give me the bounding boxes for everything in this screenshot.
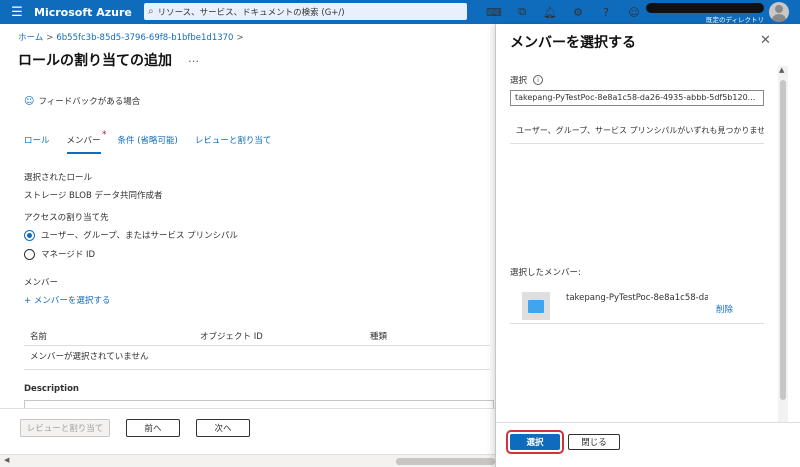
horizontal-scrollbar[interactable]: ◀ [0, 454, 495, 467]
account-menu[interactable]: 既定のディレクトリ [644, 2, 766, 24]
feedback-link[interactable]: ☺ フィードバックがある場合 [24, 95, 141, 108]
radio-user-label: ユーザー、グループ、またはサービス プリンシパル [41, 231, 238, 241]
selected-member-item: takepang-PyTestPoc-8e8a1c58-da26-493 削除 [510, 284, 764, 324]
close-icon[interactable]: ✕ [760, 33, 771, 48]
description-label: Description [24, 384, 79, 394]
tab-review-assign[interactable]: レビューと割り当て [195, 134, 272, 154]
directory-filter-icon[interactable]: ⧉ [508, 5, 536, 19]
description-textarea[interactable] [24, 400, 494, 408]
vertical-scrollbar[interactable]: ▲ [778, 66, 788, 422]
more-options-icon[interactable]: … [188, 52, 199, 65]
select-members-panel: メンバーを選択する ✕ ▲ 選択 i takepang-PyTestPoc-8e… [495, 24, 800, 467]
member-search-input[interactable]: takepang-PyTestPoc-8e8a1c58-da26-4935-ab… [510, 90, 764, 106]
cloud-shell-icon[interactable]: ⌨ [480, 6, 508, 19]
radio-unselected-icon [24, 248, 35, 260]
scrollbar-thumb[interactable] [780, 80, 786, 400]
breadcrumb-home[interactable]: ホーム [18, 33, 43, 43]
breadcrumb-resource[interactable]: 6b55fc3b-85d5-3796-69f8-b1bfbe1d1370 [56, 33, 233, 43]
empty-members-row: メンバーが選択されていません [30, 352, 149, 362]
radio-selected-icon [24, 229, 35, 241]
avatar[interactable] [769, 2, 789, 22]
search-icon: ⌕ [148, 6, 154, 17]
tab-bar: ロール メンバー * 条件 (省略可能) レビューと割り当て [24, 130, 288, 154]
remove-member-link[interactable]: 削除 [716, 303, 733, 315]
selected-role-value: ストレージ BLOB データ共同作成者 [24, 191, 163, 201]
radio-managed-label: マネージド ID [41, 250, 96, 260]
breadcrumb: ホーム >6b55fc3b-85d5-3796-69f8-b1bfbe1d1370… [18, 31, 247, 43]
settings-gear-icon[interactable]: ⚙ [564, 6, 592, 19]
column-type[interactable]: 種類 [370, 330, 387, 342]
required-mark: * [102, 130, 107, 140]
panel-title: メンバーを選択する [510, 35, 636, 51]
column-name[interactable]: 名前 [30, 330, 47, 342]
page-title: ロールの割り当ての追加 [18, 53, 172, 69]
radio-managed-identity[interactable]: マネージド ID [24, 248, 95, 260]
blade-footer: レビューと割り当て 前へ 次へ [0, 408, 495, 450]
selected-role-label: 選択されたロール [24, 173, 93, 183]
tab-members-label: メンバー [66, 136, 101, 146]
column-object-id[interactable]: オブジェクト ID [200, 330, 263, 342]
members-label: メンバー [24, 278, 59, 288]
radio-user-group-sp[interactable]: ユーザー、グループ、またはサービス プリンシパル [24, 229, 238, 241]
row-divider [24, 369, 490, 370]
notification-bell-icon[interactable]: 🔔︎ [536, 6, 564, 19]
previous-button[interactable]: 前へ [126, 419, 180, 437]
members-table-header: 名前 オブジェクト ID 種類 [24, 328, 490, 346]
close-button[interactable]: 閉じる [568, 434, 620, 450]
hamburger-menu-icon[interactable]: ☰ [0, 0, 34, 24]
add-member-link[interactable]: + メンバーを選択する [24, 294, 110, 306]
select-label: 選択 i [510, 74, 544, 86]
tab-members[interactable]: メンバー * [66, 130, 107, 154]
selected-member-name: takepang-PyTestPoc-8e8a1c58-da26-493 [566, 293, 708, 303]
redacted-account-name [646, 3, 764, 13]
service-principal-icon [522, 292, 550, 320]
select-button[interactable]: 選択 [510, 434, 560, 450]
next-button[interactable]: 次へ [196, 419, 250, 437]
breadcrumb-separator: > [46, 33, 54, 43]
select-label-text: 選択 [510, 76, 528, 86]
brand-title[interactable]: Microsoft Azure [34, 6, 142, 19]
role-assignment-blade: ホーム >6b55fc3b-85d5-3796-69f8-b1bfbe1d1370… [0, 24, 495, 467]
panel-footer: 選択 閉じる [496, 422, 800, 467]
directory-name: 既定のディレクトリ [705, 16, 764, 24]
tab-role[interactable]: ロール [24, 134, 50, 154]
top-icons: ⌨ ⧉ 🔔︎ ⚙ ? ☺ [480, 0, 648, 24]
scrollbar-thumb[interactable] [396, 458, 495, 465]
no-result-message: ユーザー、グループ、サービス プリンシパルがいずれも見つかりませんでし... [510, 122, 764, 144]
assign-access-label: アクセスの割り当て先 [24, 213, 109, 223]
review-assign-button[interactable]: レビューと割り当て [20, 419, 110, 437]
help-icon[interactable]: ? [592, 6, 620, 19]
breadcrumb-separator: > [236, 33, 244, 43]
global-search-input[interactable]: ⌕ リソース、サービス、ドキュメントの検索 (G+/) [144, 3, 467, 20]
scroll-left-icon[interactable]: ◀ [4, 456, 9, 464]
selected-members-label: 選択したメンバー: [510, 268, 581, 278]
scroll-up-icon[interactable]: ▲ [779, 66, 784, 74]
info-icon[interactable]: i [533, 75, 544, 85]
feedback-label: フィードバックがある場合 [38, 97, 141, 107]
feedback-icon: ☺ [24, 95, 35, 107]
tab-conditions[interactable]: 条件 (省略可能) [118, 134, 178, 154]
search-placeholder: リソース、サービス、ドキュメントの検索 (G+/) [157, 7, 345, 18]
